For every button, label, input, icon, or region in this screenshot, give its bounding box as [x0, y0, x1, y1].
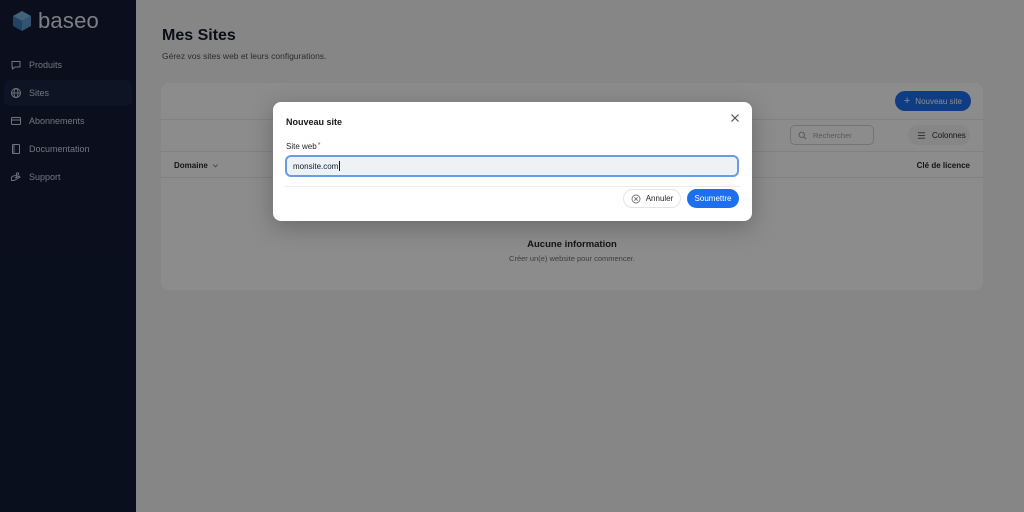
cancel-circle-icon	[631, 194, 641, 203]
site-web-value: monsite.com	[293, 161, 339, 171]
submit-label: Soumettre	[694, 194, 732, 203]
required-mark: *	[317, 142, 321, 149]
modal-backdrop[interactable]	[0, 0, 1024, 512]
site-web-input[interactable]: monsite.com	[285, 155, 739, 177]
text-caret	[339, 161, 341, 171]
cancel-label: Annuler	[645, 194, 674, 203]
submit-button[interactable]: Soumettre	[687, 189, 739, 208]
close-icon	[731, 114, 739, 122]
cancel-button[interactable]: Annuler	[623, 189, 681, 208]
dialog-title: Nouveau site	[286, 117, 343, 127]
divider	[285, 186, 740, 187]
field-label-text: Site web	[286, 142, 317, 151]
new-site-dialog: Nouveau site Site web* monsite.com Annul…	[273, 102, 752, 221]
close-button[interactable]	[728, 111, 742, 125]
site-web-label: Site web*	[286, 142, 320, 151]
